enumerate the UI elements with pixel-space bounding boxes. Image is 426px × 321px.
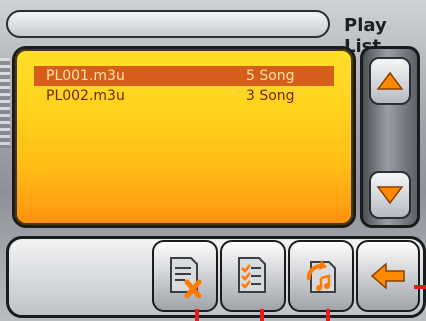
delete-playlist-icon — [170, 257, 202, 298]
left-scale-ticks — [0, 58, 10, 148]
triangle-up-icon — [376, 71, 404, 90]
list-item[interactable]: PL002.m3u 3 Song — [34, 86, 334, 106]
title-pill — [6, 10, 330, 38]
list-item[interactable]: PL001.m3u 5 Song — [34, 66, 334, 86]
playlist-name: PL001.m3u — [46, 68, 125, 84]
playlist-list: PL001.m3u 5 Song PL002.m3u 3 Song — [34, 66, 334, 106]
back-button[interactable] — [356, 240, 420, 312]
hotkey-marker — [414, 285, 426, 289]
load-playlist-button[interactable] — [288, 240, 354, 312]
delete-playlist-button[interactable] — [152, 240, 218, 312]
playlist-song-count: 3 Song — [246, 88, 295, 104]
back-arrow-icon — [370, 262, 405, 290]
hotkey-marker — [326, 309, 330, 321]
hotkey-marker — [260, 309, 264, 321]
playlist-song-count: 5 Song — [246, 68, 295, 84]
select-items-button[interactable] — [220, 240, 286, 312]
load-playlist-icon — [306, 260, 336, 293]
hotkey-marker — [195, 309, 199, 321]
scroll-down-button[interactable] — [369, 171, 411, 219]
triangle-down-icon — [376, 186, 404, 205]
scroll-up-button[interactable] — [369, 57, 411, 105]
scroll-column — [360, 46, 420, 228]
checklist-icon — [238, 257, 266, 293]
playlist-name: PL002.m3u — [46, 88, 125, 104]
